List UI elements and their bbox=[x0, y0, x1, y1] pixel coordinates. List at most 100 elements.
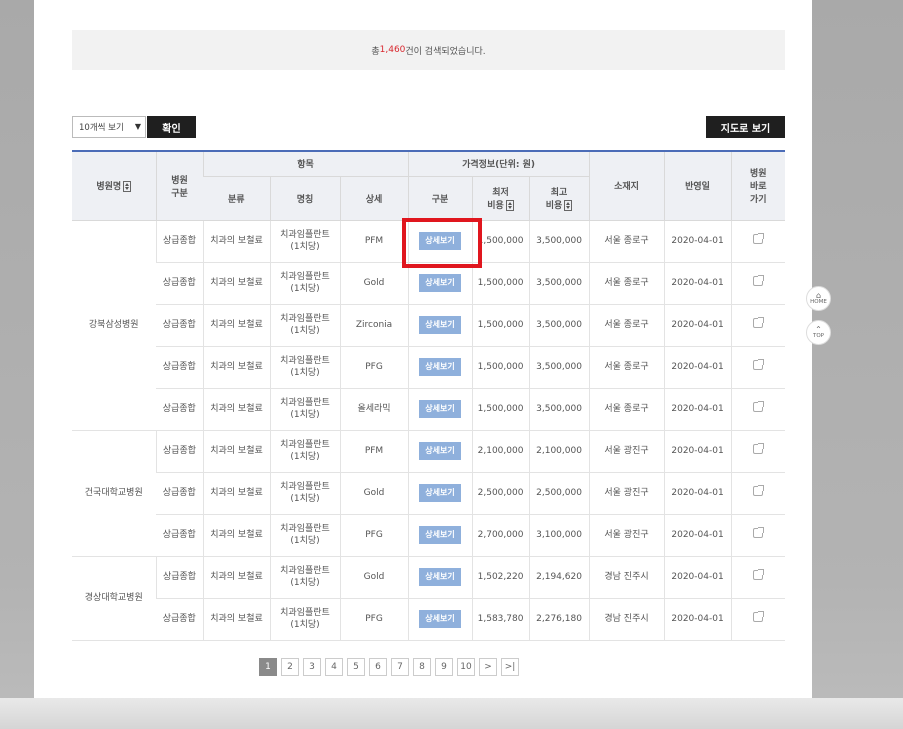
page-6-button[interactable]: 6 bbox=[369, 658, 387, 676]
header-hospital-name[interactable]: 병원명 bbox=[72, 150, 156, 221]
external-link-icon[interactable] bbox=[753, 401, 765, 412]
category: 치과의 보철료 bbox=[202, 598, 270, 641]
applied-date: 2020-04-01 bbox=[663, 220, 732, 263]
external-link-icon[interactable] bbox=[753, 485, 765, 496]
sort-icon[interactable] bbox=[505, 200, 514, 211]
max-cost: 2,500,000 bbox=[528, 472, 590, 515]
header-item-group: 항목 bbox=[202, 150, 409, 177]
page-9-button[interactable]: 9 bbox=[435, 658, 453, 676]
pagination: 1 2 3 4 5 6 7 8 9 10 > >| bbox=[259, 658, 519, 676]
location: 서울 종로구 bbox=[588, 262, 665, 305]
max-cost: 3,100,000 bbox=[528, 514, 590, 557]
sort-icon[interactable] bbox=[123, 181, 132, 193]
detail-button[interactable]: 상세보기 bbox=[419, 484, 461, 502]
home-icon: ⌂ bbox=[815, 291, 822, 300]
last-page-button[interactable]: >| bbox=[501, 658, 519, 676]
page-7-button[interactable]: 7 bbox=[391, 658, 409, 676]
detail-button[interactable]: 상세보기 bbox=[419, 568, 461, 586]
location: 경남 진주시 bbox=[588, 598, 665, 641]
hospital-type: 상급종합 bbox=[156, 598, 203, 641]
table-row: 상급종합 치과의 보철료 치과임플란트 (1치당) PFG 상세보기 1,500,000 3… bbox=[72, 346, 786, 389]
item-detail: Zirconia bbox=[339, 304, 409, 347]
page-8-button[interactable]: 8 bbox=[413, 658, 431, 676]
table-row: 상급종합 치과의 보철료 치과임플란트 (1치당) PFG 상세보기 2,700,000 3… bbox=[72, 514, 786, 557]
page-10-button[interactable]: 10 bbox=[457, 658, 475, 676]
external-link-icon[interactable] bbox=[753, 359, 765, 370]
min-cost: 1,500,000 bbox=[471, 388, 530, 431]
home-button[interactable]: ⌂ HOME bbox=[806, 286, 831, 311]
next-page-button[interactable]: > bbox=[479, 658, 497, 676]
external-link-icon[interactable] bbox=[753, 611, 765, 622]
header-price-group: 가격정보(단위: 원) bbox=[407, 150, 590, 177]
hospital-type: 상급종합 bbox=[156, 514, 203, 557]
detail-button[interactable]: 상세보기 bbox=[419, 610, 461, 628]
table-row: 강북삼성병원 상급종합 치과의 보철료 치과임플란트 (1치당) PFM 상세보기 1,50… bbox=[72, 220, 786, 431]
applied-date: 2020-04-01 bbox=[663, 346, 732, 389]
table-body: 강북삼성병원 상급종합 치과의 보철료 치과임플란트 (1치당) PFM 상세보기 1,50… bbox=[72, 220, 786, 641]
min-cost: 1,500,000 bbox=[471, 262, 530, 305]
hospital-type: 상급종합 bbox=[155, 430, 203, 473]
min-cost: 1,502,220 bbox=[471, 556, 530, 599]
division: 상세보기 bbox=[407, 346, 473, 389]
item-name: 치과임플란트 (1치당) bbox=[269, 514, 340, 557]
applied-date: 2020-04-01 bbox=[663, 304, 732, 347]
applied-date: 2020-04-01 bbox=[663, 514, 732, 557]
max-cost: 2,194,620 bbox=[528, 556, 590, 599]
summary-prefix: 총 bbox=[371, 46, 380, 57]
external-link-icon[interactable] bbox=[753, 275, 765, 286]
item-detail: 올세라믹 bbox=[339, 388, 409, 431]
min-cost: 2,700,000 bbox=[471, 514, 530, 557]
item-name: 치과임플란트 (1치당) bbox=[269, 556, 340, 599]
footer-strip bbox=[0, 698, 903, 729]
external-link-icon[interactable] bbox=[753, 233, 765, 244]
detail-button[interactable]: 상세보기 bbox=[419, 442, 461, 460]
location: 서울 종로구 bbox=[588, 220, 665, 263]
external-link-icon[interactable] bbox=[753, 317, 765, 328]
result-count: 1,460 bbox=[379, 45, 406, 55]
table-row: 상급종합 치과의 보철료 치과임플란트 (1치당) PFG 상세보기 1,583,780 2… bbox=[72, 598, 786, 641]
detail-button[interactable]: 상세보기 bbox=[419, 358, 461, 376]
division: 상세보기 bbox=[407, 388, 473, 431]
sort-icon[interactable] bbox=[564, 200, 573, 211]
page-2-button[interactable]: 2 bbox=[281, 658, 299, 676]
hospital-type: 상급종합 bbox=[156, 346, 203, 389]
hospital-type: 상급종합 bbox=[156, 262, 203, 305]
external-link-icon[interactable] bbox=[753, 443, 765, 454]
detail-button[interactable]: 상세보기 bbox=[419, 526, 461, 544]
max-cost: 3,500,000 bbox=[528, 304, 590, 347]
detail-button[interactable]: 상세보기 bbox=[419, 274, 461, 292]
header-min-cost[interactable]: 최저 비용 bbox=[471, 176, 530, 221]
confirm-button[interactable]: 확인 bbox=[147, 116, 196, 138]
page-5-button[interactable]: 5 bbox=[347, 658, 365, 676]
price-table: 병원명 병원 구분 항목 가격정보(단위: 원) 소재지 반영일 병원 바로 가… bbox=[72, 150, 786, 641]
detail-button[interactable]: 상세보기 bbox=[419, 316, 461, 334]
max-cost: 2,276,180 bbox=[528, 598, 590, 641]
page-4-button[interactable]: 4 bbox=[325, 658, 343, 676]
header-division: 구분 bbox=[407, 176, 473, 221]
location: 서울 종로구 bbox=[588, 304, 665, 347]
item-name: 치과임플란트 (1치당) bbox=[269, 262, 340, 305]
item-name: 치과임플란트 (1치당) bbox=[269, 346, 340, 389]
page-1-button[interactable]: 1 bbox=[259, 658, 277, 676]
external-link-icon[interactable] bbox=[753, 569, 765, 580]
detail-button[interactable]: 상세보기 bbox=[419, 232, 461, 250]
category: 치과의 보철료 bbox=[202, 514, 270, 557]
table-row: 경상대학교병원 상급종합 치과의 보철료 치과임플란트 (1치당) Gold 상세보기 1,… bbox=[72, 556, 786, 641]
table-row: 상급종합 치과의 보철료 치과임플란트 (1치당) Gold 상세보기 2,500,000… bbox=[72, 472, 786, 515]
detail-button[interactable]: 상세보기 bbox=[419, 400, 461, 418]
table-row: 상급종합 치과의 보철료 치과임플란트 (1치당) 올세라믹 상세보기 1,500,000… bbox=[72, 388, 786, 431]
header-max-cost[interactable]: 최고 비용 bbox=[528, 176, 590, 221]
min-cost: 1,500,000 bbox=[471, 220, 530, 263]
item-name: 치과임플란트 (1치당) bbox=[269, 388, 340, 431]
external-link-icon[interactable] bbox=[753, 527, 765, 538]
page-size-select[interactable]: 10개씩 보기 ▼ bbox=[72, 116, 146, 138]
applied-date: 2020-04-01 bbox=[663, 472, 732, 515]
map-view-button[interactable]: 지도로 보기 bbox=[706, 116, 785, 138]
top-button[interactable]: ⌃ TOP bbox=[806, 320, 831, 345]
max-cost: 3,500,000 bbox=[528, 220, 590, 263]
page-3-button[interactable]: 3 bbox=[303, 658, 321, 676]
category: 치과의 보철료 bbox=[202, 346, 270, 389]
location: 서울 종로구 bbox=[588, 388, 665, 431]
item-detail: Gold bbox=[339, 262, 409, 305]
chevron-up-icon: ⌃ bbox=[815, 325, 822, 334]
